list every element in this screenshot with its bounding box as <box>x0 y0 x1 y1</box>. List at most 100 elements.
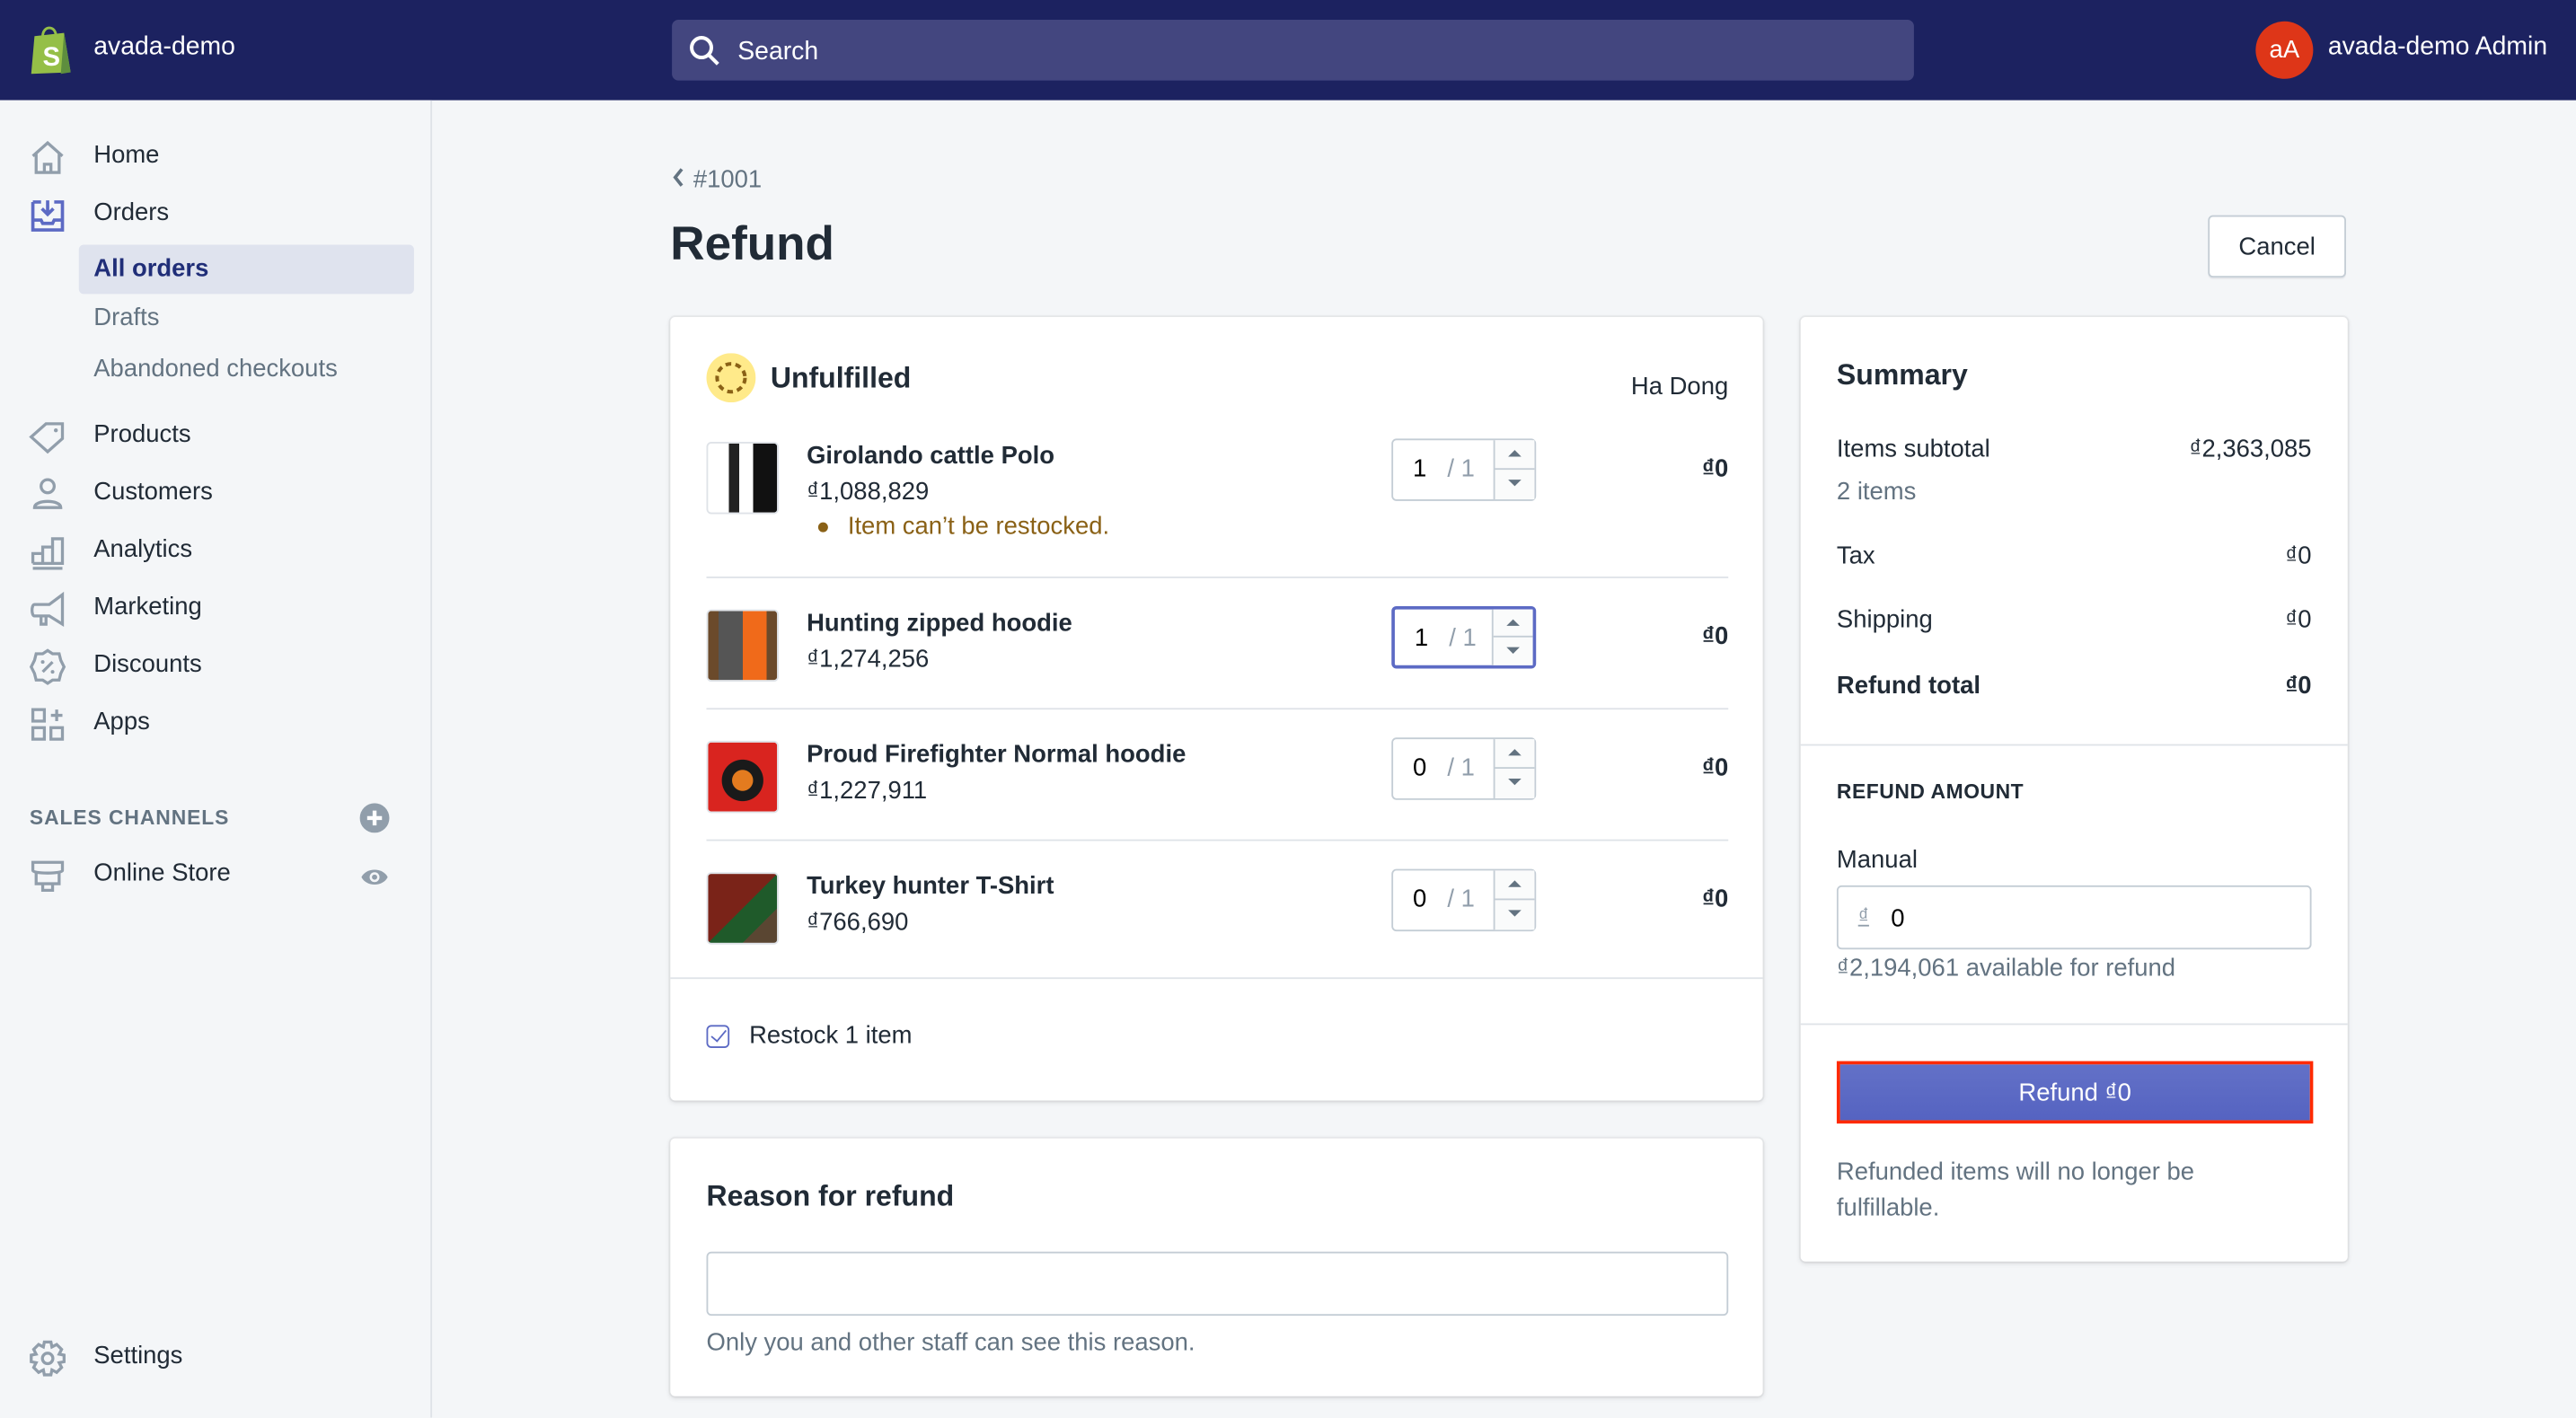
sidebar-item-analytics[interactable]: Analytics <box>0 527 430 577</box>
increment-icon[interactable] <box>1493 610 1533 638</box>
reason-title: Reason for refund <box>706 1179 955 1212</box>
page-title: Refund <box>670 218 834 271</box>
refund-total-row: Refund total ₫0 <box>1837 672 2312 700</box>
refund-amount-heading: REFUND AMOUNT <box>1836 779 2025 804</box>
quantity-value[interactable]: 1 <box>1415 624 1428 652</box>
sidebar-item-drafts[interactable]: Drafts <box>79 294 414 343</box>
items-subtotal-value: ₫2,363,085 <box>2189 435 2312 463</box>
add-sales-channel-icon[interactable] <box>359 803 390 833</box>
tax-row: Tax ₫0 <box>1837 542 2312 570</box>
currency-prefix: ₫ <box>1857 903 1869 929</box>
sidebar-item-home[interactable]: Home <box>0 133 430 182</box>
stepper-arrows <box>1491 609 1533 665</box>
divider <box>706 577 1729 578</box>
megaphone-icon <box>31 591 65 628</box>
increment-icon[interactable] <box>1495 870 1535 901</box>
sidebar-item-customers[interactable]: Customers <box>0 470 430 519</box>
sidebar-item-label: Abandoned checkouts <box>93 355 338 383</box>
quantity-value[interactable]: 0 <box>1413 885 1426 913</box>
sidebar-item-label: Analytics <box>93 535 193 564</box>
product-thumbnail <box>706 872 779 945</box>
search-input[interactable] <box>734 19 1892 84</box>
eye-icon[interactable] <box>360 866 390 889</box>
product-name[interactable]: Hunting zipped hoodie <box>807 610 1072 638</box>
refund-total-label: Refund total <box>1836 672 1981 700</box>
store-name[interactable]: avada-demo <box>93 33 235 63</box>
summary-card: Summary Items subtotal ₫2,363,085 2 item… <box>1800 317 2348 1262</box>
product-name[interactable]: Proud Firefighter Normal hoodie <box>807 741 1186 769</box>
refund-note: Refunded items will no longer be fulfill… <box>1836 1158 2194 1222</box>
reason-help-text: Only you and other staff can see this re… <box>706 1328 1195 1357</box>
shopify-logo-icon[interactable]: S <box>28 23 74 76</box>
sidebar-item-settings[interactable]: Settings <box>0 1334 430 1383</box>
product-price: ₫766,690 <box>807 908 909 937</box>
shipping-row: Shipping ₫0 <box>1837 606 2312 634</box>
quantity-value[interactable]: 0 <box>1413 754 1426 782</box>
sidebar-item-apps[interactable]: Apps <box>0 700 430 749</box>
admin-name[interactable]: avada-demo Admin <box>2328 33 2547 63</box>
stepper-arrows <box>1493 870 1535 930</box>
orders-icon <box>31 200 65 232</box>
increment-icon[interactable] <box>1495 440 1535 471</box>
refund-button[interactable]: Refund ₫0 <box>1836 1061 2314 1124</box>
sidebar-item-label: Orders <box>93 198 170 227</box>
breadcrumb-label: #1001 <box>693 165 763 194</box>
product-thumbnail <box>706 442 779 515</box>
product-name[interactable]: Girolando cattle Polo <box>807 442 1054 470</box>
decrement-icon[interactable] <box>1494 638 1533 665</box>
sidebar-item-label: Marketing <box>93 593 202 621</box>
sidebar-item-label: All orders <box>93 254 209 283</box>
sidebar-item-all-orders[interactable]: All orders <box>78 244 414 295</box>
refund-total-value: ₫0 <box>2285 672 2312 700</box>
avatar[interactable]: aA <box>2255 21 2314 79</box>
manual-label: Manual <box>1836 845 1918 875</box>
decrement-icon[interactable] <box>1495 900 1534 929</box>
tax-label: Tax <box>1836 542 1875 570</box>
quantity-max: / 1 <box>1447 454 1475 483</box>
search-bar[interactable] <box>672 19 1914 84</box>
manual-amount-field[interactable]: ₫ <box>1836 885 2312 952</box>
fulfillment-location: Ha Dong <box>1630 373 1729 401</box>
restock-warning: Item can’t be restocked. <box>817 512 1110 541</box>
sidebar-item-marketing[interactable]: Marketing <box>0 585 430 634</box>
quantity-max: / 1 <box>1449 624 1477 653</box>
sidebar: Home Orders All orders Drafts Abandoned … <box>0 100 433 1418</box>
chevron-left-icon <box>673 168 684 187</box>
quantity-max: / 1 <box>1447 753 1475 782</box>
manual-amount-input[interactable] <box>1887 886 2306 952</box>
quantity-stepper[interactable]: 1 / 1 <box>1391 605 1537 669</box>
shipping-value: ₫0 <box>2285 605 2312 635</box>
quantity-stepper[interactable]: 0 / 1 <box>1391 868 1537 932</box>
section-divider <box>1800 1023 2348 1026</box>
stepper-arrows <box>1493 440 1535 500</box>
breadcrumb-back-link[interactable]: #1001 <box>670 166 762 194</box>
restock-checkbox[interactable] <box>706 1025 730 1048</box>
sidebar-item-orders[interactable]: Orders <box>0 190 430 240</box>
quantity-value[interactable]: 1 <box>1413 455 1426 483</box>
sidebar-item-discounts[interactable]: Discounts <box>0 642 430 691</box>
bar-chart-icon <box>31 537 65 570</box>
unfulfilled-items-card: Unfulfilled Ha Dong Girolando cattle Pol… <box>670 317 1763 1101</box>
line-refund-total: ₫0 <box>1701 454 1729 483</box>
restock-warning-text: Item can’t be restocked. <box>847 512 1110 541</box>
fulfillment-status: Unfulfilled <box>770 361 912 394</box>
increment-icon[interactable] <box>1495 739 1535 770</box>
restock-label[interactable]: Restock 1 item <box>749 1022 912 1050</box>
sidebar-item-label: Apps <box>93 708 150 736</box>
apps-icon <box>31 708 65 741</box>
decrement-icon[interactable] <box>1495 470 1534 499</box>
product-price: ₫1,227,911 <box>807 777 928 806</box>
quantity-stepper[interactable]: 0 / 1 <box>1391 737 1537 800</box>
quantity-stepper[interactable]: 1 / 1 <box>1391 438 1537 501</box>
warning-bullet-icon <box>817 522 828 533</box>
product-name[interactable]: Turkey hunter T-Shirt <box>807 872 1054 900</box>
sidebar-item-abandoned-checkouts[interactable]: Abandoned checkouts <box>79 345 414 394</box>
items-subtotal-row: Items subtotal ₫2,363,085 <box>1837 436 2312 463</box>
sidebar-item-label: Online Store <box>93 859 231 887</box>
decrement-icon[interactable] <box>1495 769 1534 798</box>
cancel-button[interactable]: Cancel <box>2208 215 2346 278</box>
product-thumbnail <box>706 740 779 814</box>
sidebar-item-products[interactable]: Products <box>0 412 430 462</box>
home-icon <box>31 140 64 174</box>
reason-input[interactable] <box>706 1251 1729 1317</box>
